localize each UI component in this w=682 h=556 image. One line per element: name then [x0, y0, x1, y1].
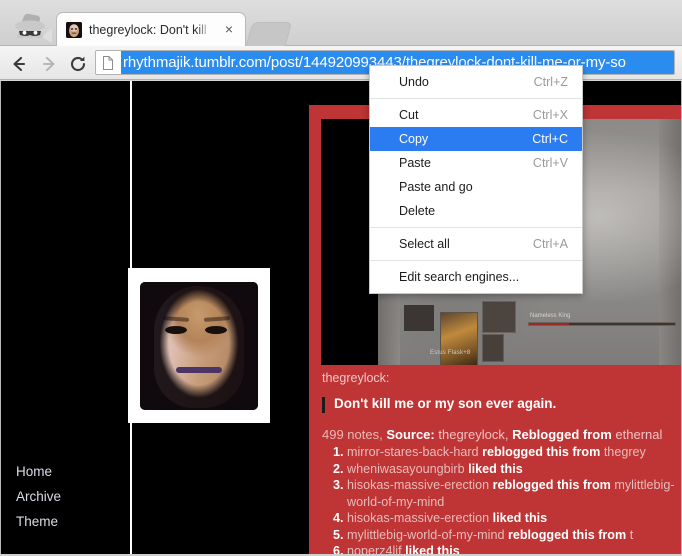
- notes-count: 499 notes,: [322, 427, 383, 442]
- note-user[interactable]: hisokas-massive-erection: [347, 478, 489, 492]
- menu-item-accelerator: Ctrl+C: [532, 132, 568, 146]
- new-tab-button[interactable]: [245, 22, 293, 46]
- menu-item-edit-search-engines[interactable]: Edit search engines...: [370, 265, 582, 289]
- menu-item-undo[interactable]: Undo Ctrl+Z: [370, 70, 582, 94]
- note-action: liked this: [405, 544, 460, 554]
- menu-item-paste[interactable]: Paste Ctrl+V: [370, 151, 582, 175]
- sidebar-item-archive[interactable]: Archive: [16, 489, 61, 504]
- incognito-spy-icon[interactable]: [8, 11, 52, 43]
- browser-tab[interactable]: thegreylock: Don't kill me ×: [56, 12, 246, 46]
- sidebar-item-home[interactable]: Home: [16, 464, 61, 479]
- boss-name-label: Nameless King: [530, 313, 571, 319]
- menu-separator: [370, 227, 582, 228]
- notes-list: mirror-stares-back-hard reblogged this f…: [322, 444, 682, 554]
- menu-separator: [370, 260, 582, 261]
- tab-strip: thegreylock: Don't kill me ×: [0, 0, 682, 46]
- page-document-icon: [100, 55, 118, 71]
- estus-flask-label: Estus Flask+8: [430, 350, 471, 356]
- menu-item-label: Undo: [399, 75, 429, 89]
- note-user[interactable]: mylittlebig-world-of-my-mind: [347, 528, 504, 542]
- boss-health-bar: [528, 322, 676, 326]
- menu-item-label: Copy: [399, 132, 429, 146]
- tab-close-icon[interactable]: ×: [222, 22, 236, 37]
- menu-item-label: Edit search engines...: [399, 270, 520, 284]
- tab-title: thegreylock: Don't kill me: [89, 22, 211, 37]
- post-quote-text: Don't kill me or my son ever again.: [334, 396, 557, 411]
- tab-favicon-icon: [66, 21, 82, 38]
- reblogged-from-name[interactable]: ethernal: [615, 427, 662, 442]
- menu-item-select-all[interactable]: Select all Ctrl+A: [370, 232, 582, 256]
- menu-item-accelerator: Ctrl+V: [532, 156, 568, 170]
- sidebar-item-theme[interactable]: Theme: [16, 514, 61, 529]
- note-user[interactable]: wheniwasayoungbirb: [347, 462, 465, 476]
- note-user[interactable]: mirror-stares-back-hard: [347, 445, 479, 459]
- menu-separator: [370, 98, 582, 99]
- post-meta: 499 notes, Source: thegreylock, Reblogge…: [322, 427, 682, 442]
- note-action: reblogged this from: [482, 445, 601, 459]
- menu-item-accelerator: Ctrl+X: [532, 108, 568, 122]
- forward-button[interactable]: [38, 53, 60, 75]
- quote-bar: [322, 397, 325, 413]
- menu-item-accelerator: Ctrl+A: [532, 237, 568, 251]
- note-target[interactable]: thegrey: [604, 445, 646, 459]
- blog-avatar-image: [140, 281, 258, 410]
- note-action: liked this: [468, 461, 523, 476]
- menu-item-label: Cut: [399, 108, 419, 122]
- post-quote-block: Don't kill me or my son ever again.: [322, 396, 682, 413]
- browser-window: thegreylock: Don't kill me ×: [0, 0, 682, 556]
- menu-item-label: Select all: [399, 237, 450, 251]
- menu-item-accelerator: Ctrl+Z: [533, 75, 568, 89]
- hud-slot-item: [482, 334, 504, 362]
- menu-item-label: Paste and go: [399, 180, 473, 194]
- menu-item-paste-and-go[interactable]: Paste and go: [370, 175, 582, 199]
- omnibox-context-menu: Undo Ctrl+Z Cut Ctrl+X Copy Ctrl+C Paste…: [369, 65, 583, 294]
- note-user[interactable]: hisokas-massive-erection: [347, 511, 489, 525]
- list-item: hisokas-massive-erection reblogged this …: [347, 477, 682, 510]
- post-body: thegreylock: Don't kill me or my son eve…: [322, 371, 682, 554]
- note-action: reblogged this from: [492, 478, 611, 492]
- blog-avatar: [128, 268, 270, 423]
- menu-item-label: Paste: [399, 156, 431, 170]
- menu-item-copy[interactable]: Copy Ctrl+C: [370, 127, 582, 151]
- menu-item-cut[interactable]: Cut Ctrl+X: [370, 103, 582, 127]
- list-item: wheniwasayoungbirb liked this: [347, 461, 682, 478]
- post-author[interactable]: thegreylock:: [322, 371, 682, 385]
- reblogged-label: Reblogged from: [512, 427, 612, 442]
- list-item: mylittlebig-world-of-my-mind reblogged t…: [347, 527, 682, 544]
- hud-slot-weapon: [482, 301, 516, 333]
- note-user[interactable]: noperz4lif: [347, 544, 402, 554]
- note-target[interactable]: t: [630, 528, 634, 542]
- back-button[interactable]: [8, 53, 30, 75]
- menu-item-label: Delete: [399, 204, 436, 218]
- source-name[interactable]: thegreylock,: [438, 427, 508, 442]
- note-action: liked this: [492, 511, 548, 525]
- list-item: hisokas-massive-erection liked this: [347, 510, 682, 527]
- list-item: mirror-stares-back-hard reblogged this f…: [347, 444, 682, 461]
- source-label: Source:: [386, 427, 435, 442]
- list-item: noperz4lif liked this: [347, 543, 682, 554]
- menu-item-delete[interactable]: Delete: [370, 199, 582, 223]
- page-sidebar-nav: Home Archive Theme: [16, 464, 61, 539]
- note-action: reblogged this from: [507, 527, 627, 542]
- reload-button[interactable]: [67, 53, 89, 75]
- estus-flask-icon: [440, 312, 478, 365]
